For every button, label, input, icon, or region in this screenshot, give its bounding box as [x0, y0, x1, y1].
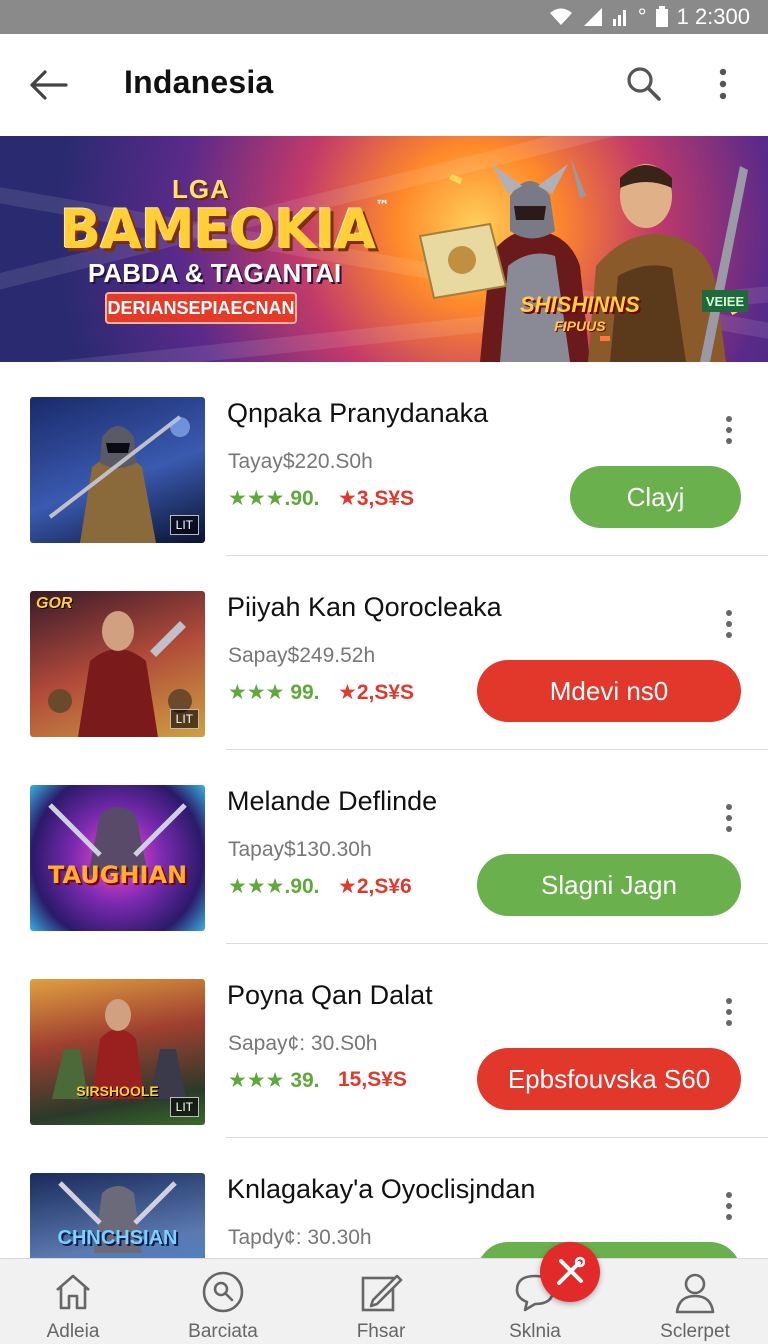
- more-options-button[interactable]: [708, 62, 738, 106]
- nav-label: Adleia: [46, 1321, 100, 1342]
- search-button[interactable]: [622, 62, 666, 106]
- list-item[interactable]: SIRSHOOLE LIT Poyna Qan Dalat Sapay¢: 30…: [0, 944, 768, 1138]
- battery-icon: [655, 6, 669, 28]
- edit-icon: [358, 1269, 404, 1315]
- nav-label: Sklnia: [509, 1321, 561, 1342]
- action-button[interactable]: Epbsfouvska S60: [477, 1048, 741, 1110]
- game-reviews: ★3,S¥S: [338, 487, 415, 510]
- thumbnail-tag: LIT: [169, 515, 199, 535]
- play-button[interactable]: Clayj: [570, 466, 741, 528]
- game-title[interactable]: Poyna Qan Dalat: [227, 980, 433, 1011]
- item-more-button[interactable]: [718, 994, 740, 1030]
- profile-icon: [672, 1269, 718, 1315]
- game-reviews: ★2,S¥S: [338, 681, 415, 704]
- page-title: Indanesia: [124, 64, 274, 100]
- nav-item-search[interactable]: Barciata: [158, 1259, 288, 1344]
- signal-icon: [582, 7, 604, 27]
- more-vertical-icon: [726, 416, 732, 444]
- game-title[interactable]: Piiyah Kan Qorocleaka: [227, 592, 502, 623]
- bottom-navigation: Adleia Barciata Fhsar Sklnia Sclerpet: [0, 1258, 768, 1344]
- thumbnail-logo: TAUGHIAN: [47, 861, 188, 889]
- nav-label: Barciata: [188, 1321, 258, 1342]
- item-more-button[interactable]: [718, 1188, 740, 1224]
- item-more-button[interactable]: [718, 800, 740, 836]
- game-thumbnail[interactable]: TAUGHIAN: [30, 785, 205, 931]
- banner-badge: VEIEE: [702, 290, 748, 312]
- search-icon: [627, 67, 661, 101]
- nav-item-profile[interactable]: Sclerpet: [630, 1259, 760, 1344]
- floating-action-button[interactable]: [540, 1242, 600, 1302]
- game-price: Tapdy¢: 30.30h: [228, 1226, 372, 1249]
- game-rating: ★★★ 39.: [228, 1069, 320, 1092]
- banner-subtitle: PABDA & TAGANTAI: [88, 258, 342, 288]
- more-vertical-icon: [719, 68, 727, 100]
- list-item[interactable]: TAUGHIAN Melande Deflinde Tapay$130.30h …: [0, 750, 768, 944]
- action-button[interactable]: Slagni Jagn: [477, 854, 741, 916]
- app-bar: Indanesia: [0, 34, 768, 136]
- game-title[interactable]: Melande Deflinde: [227, 786, 437, 817]
- promo-banner[interactable]: LGA BAMEOKIA™ PABDA & TAGANTAI DERIANSEP…: [0, 136, 768, 362]
- home-icon: [50, 1269, 96, 1315]
- game-price: Sapay¢: 30.S0h: [228, 1032, 378, 1055]
- more-vertical-icon: [726, 998, 732, 1026]
- signal-bars-icon: [612, 7, 630, 27]
- nav-item-edit[interactable]: Fhsar: [316, 1259, 446, 1344]
- item-more-button[interactable]: [718, 606, 740, 642]
- game-rating: ★★★.90.: [228, 487, 320, 510]
- more-vertical-icon: [726, 1192, 732, 1220]
- game-reviews: 15,S¥S: [338, 1068, 407, 1091]
- game-thumbnail[interactable]: GOR LIT: [30, 591, 205, 737]
- game-rating: ★★★ 99.: [228, 681, 320, 704]
- status-bar: ° 1 2:300: [0, 0, 768, 34]
- status-indicator-text: °: [637, 4, 647, 29]
- banner-title: BAMEOKIA™: [60, 198, 389, 261]
- nav-item-home[interactable]: Adleia: [8, 1259, 138, 1344]
- more-vertical-icon: [726, 804, 732, 832]
- list-item[interactable]: LIT Qnpaka Pranydanaka Tayay$220.S0h ★★★…: [0, 362, 768, 556]
- thumbnail-tag: LIT: [169, 709, 199, 729]
- status-time: 1 2:300: [676, 4, 750, 29]
- more-vertical-icon: [726, 610, 732, 638]
- nav-label: Sclerpet: [660, 1321, 730, 1342]
- game-thumbnail[interactable]: LIT: [30, 397, 205, 543]
- game-thumbnail[interactable]: SIRSHOOLE LIT: [30, 979, 205, 1125]
- nav-label: Fhsar: [356, 1321, 406, 1342]
- wifi-icon: [548, 7, 574, 27]
- game-title[interactable]: Qnpaka Pranydanaka: [227, 398, 488, 429]
- thumbnail-badge: GOR: [36, 595, 73, 612]
- back-button[interactable]: [26, 62, 72, 108]
- game-price: Sapay$249.52h: [228, 644, 376, 667]
- game-reviews: ★2,S¥6: [338, 875, 412, 898]
- thumbnail-logo: CHNCHSIAN: [57, 1227, 178, 1249]
- action-button[interactable]: Mdevi ns0: [477, 660, 741, 722]
- tools-icon: [557, 1256, 586, 1285]
- game-price: Tapay$130.30h: [228, 838, 372, 861]
- item-more-button[interactable]: [718, 412, 740, 448]
- back-arrow-icon: [30, 70, 68, 100]
- thumbnail-tag: LIT: [169, 1097, 199, 1117]
- status-indicators: ° 1 2:300: [548, 2, 750, 32]
- game-title[interactable]: Knlagakay'a Oyoclisjndan: [227, 1174, 535, 1205]
- banner-cta-button[interactable]: DERIANSEPIAECNAN: [105, 292, 297, 324]
- search-circle-icon: [200, 1269, 246, 1315]
- list-item[interactable]: GOR LIT Piiyah Kan Qorocleaka Sapay$249.…: [0, 556, 768, 750]
- banner-logo: SHISHINNS FIPUUS: [520, 292, 640, 334]
- game-price: Tayay$220.S0h: [228, 450, 373, 473]
- game-rating: ★★★.90.: [228, 875, 320, 898]
